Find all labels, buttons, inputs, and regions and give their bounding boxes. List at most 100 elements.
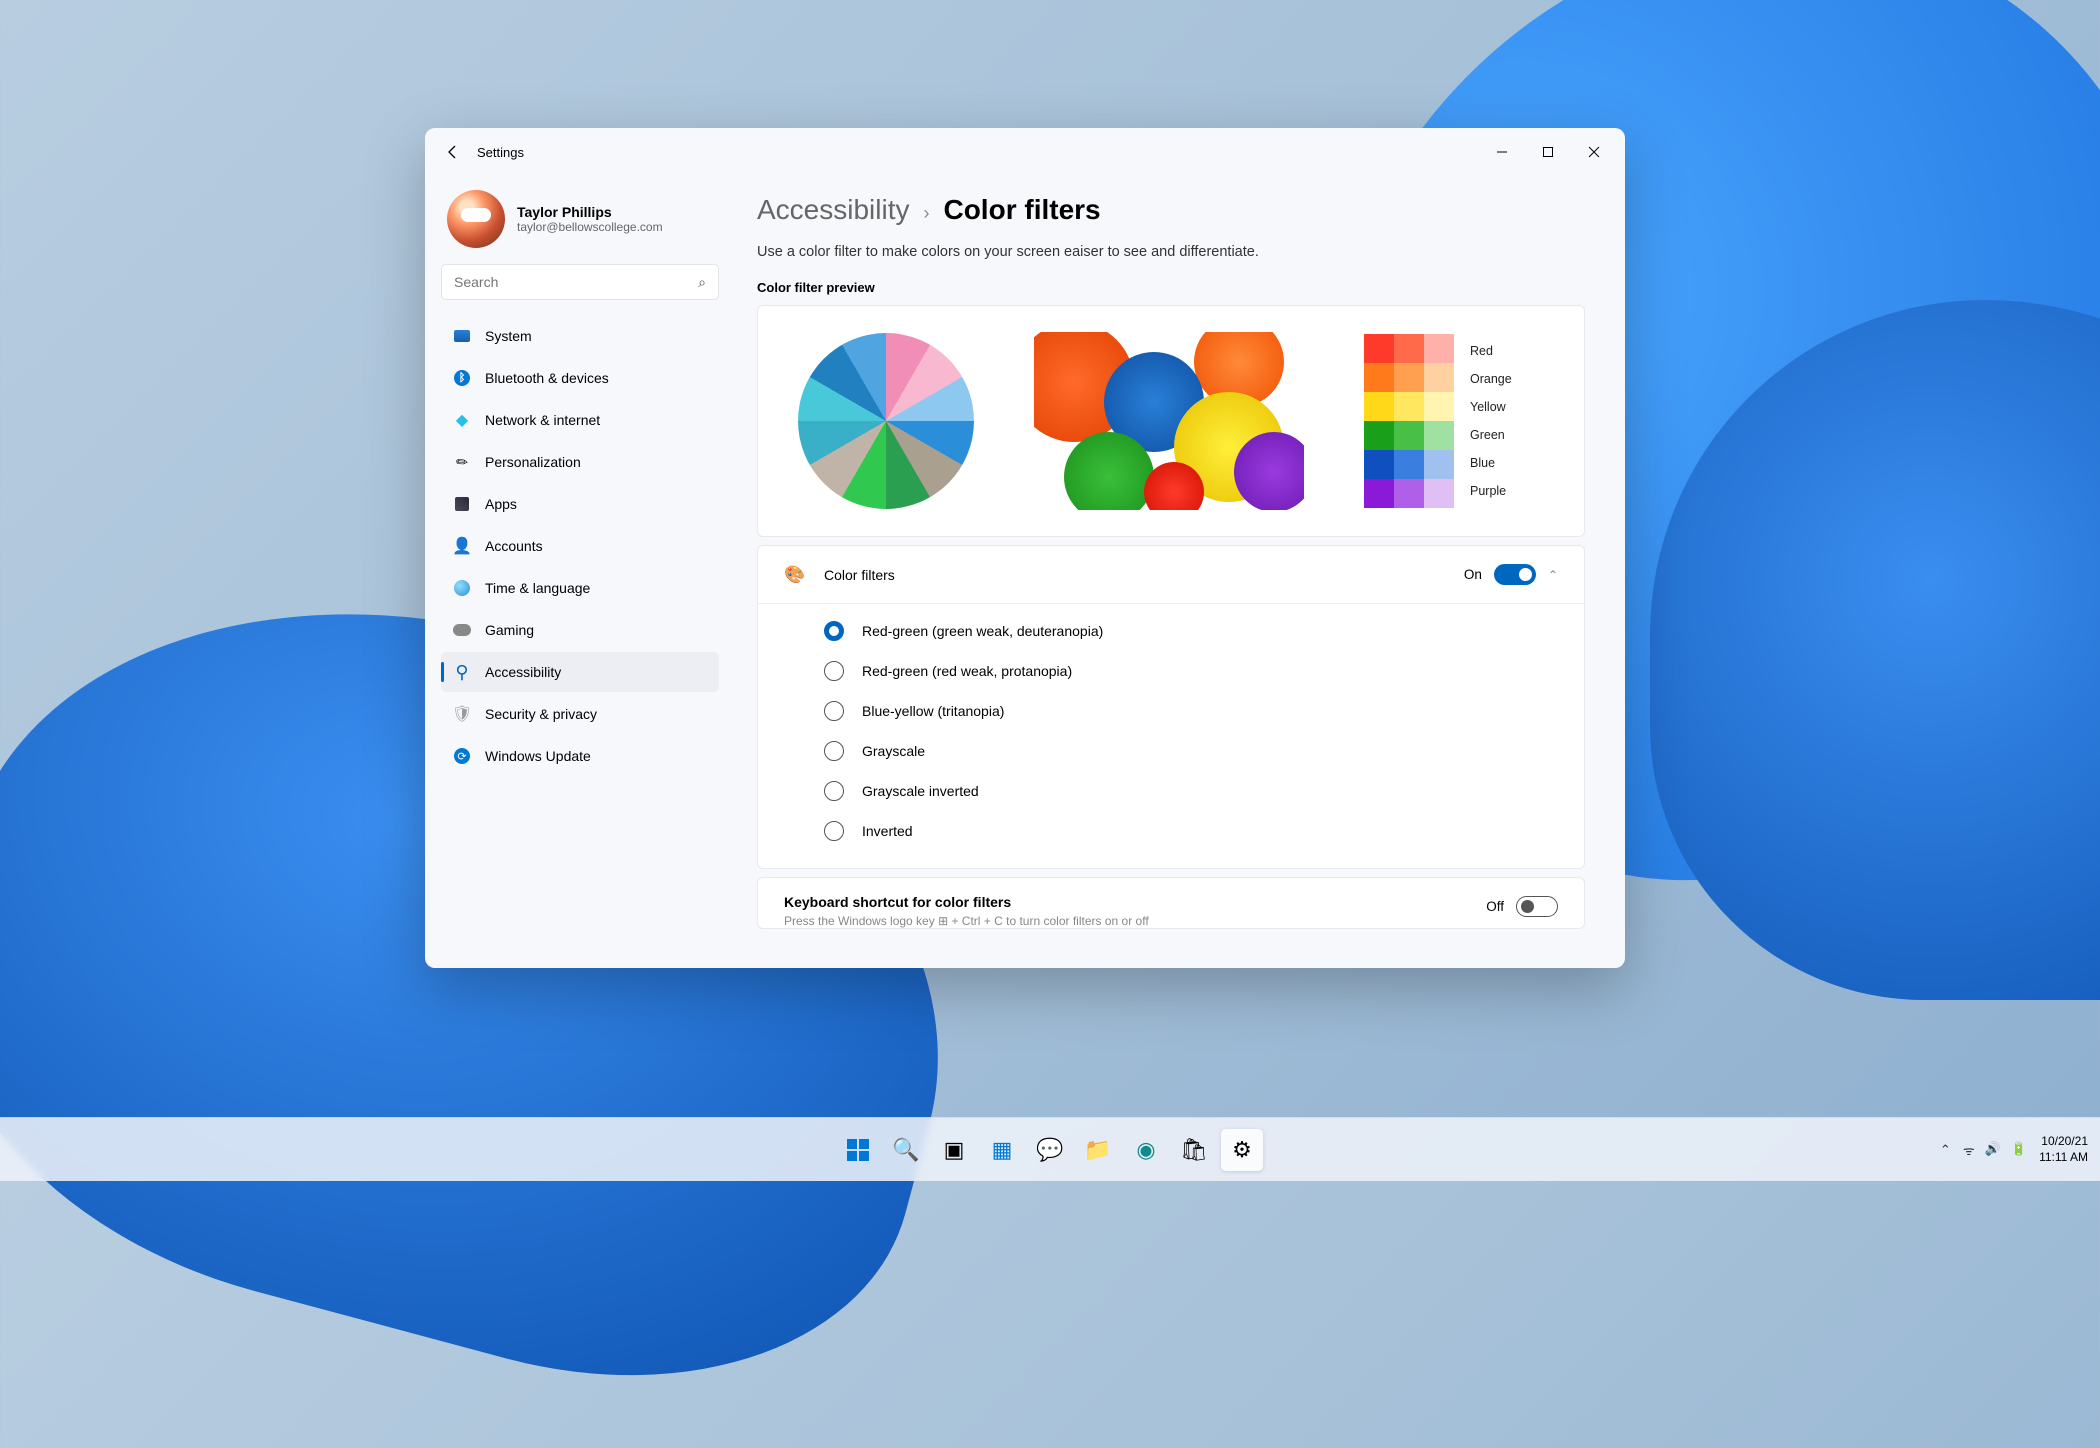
file-explorer-button[interactable]: 📁 [1077,1129,1119,1171]
search-input[interactable] [454,274,698,290]
swatch-cell [1364,392,1394,421]
swatch-cell [1424,392,1454,421]
shield-icon: 🛡 [453,705,471,723]
user-account-row[interactable]: Taylor Phillips taylor@bellowscollege.co… [441,184,719,264]
swatch-cell [1364,479,1394,508]
filter-option[interactable]: Red-green (green weak, deuteranopia) [824,614,1558,648]
task-view-button[interactable]: ▣ [933,1129,975,1171]
chat-button[interactable]: 💬 [1029,1129,1071,1171]
taskbar-date: 10/20/21 [2039,1134,2088,1150]
radio-button[interactable] [824,661,844,681]
filter-option-label: Grayscale inverted [862,783,979,799]
windows-update-icon: ⟳ [453,747,471,765]
edge-button[interactable]: ◉ [1125,1129,1167,1171]
filter-option-label: Red-green (green weak, deuteranopia) [862,623,1103,639]
gaming-icon [453,621,471,639]
system-tray[interactable]: ᯤ 🔊 🔋 [1963,1141,2027,1159]
sidebar-item-time[interactable]: Time & language [441,568,719,608]
color-filters-row[interactable]: 🎨 Color filters On ⌃ [758,546,1584,603]
sidebar-item-accessibility[interactable]: ⚲ Accessibility [441,652,719,692]
filter-option[interactable]: Blue-yellow (tritanopia) [824,694,1558,728]
sidebar-item-bluetooth[interactable]: ᛒBluetooth & devices [441,358,719,398]
filter-option-label: Grayscale [862,743,925,759]
swatch-cell [1424,363,1454,392]
swatch-label: Green [1470,428,1512,442]
swatch-label: Red [1470,344,1512,358]
back-button[interactable] [433,132,473,172]
swatch-cell [1364,421,1394,450]
swatch-labels: RedOrangeYellowGreenBluePurple [1470,344,1512,498]
swatch-cell [1364,334,1394,363]
breadcrumb: Accessibility › Color filters [757,194,1585,226]
sidebar-item-apps[interactable]: Apps [441,484,719,524]
tray-chevron-icon[interactable]: ⌃ [1940,1142,1951,1158]
radio-button[interactable] [824,701,844,721]
sidebar-item-gaming[interactable]: Gaming [441,610,719,650]
color-filters-title: Color filters [824,567,1444,583]
color-filters-state-label: On [1464,567,1482,582]
filter-option-label: Inverted [862,823,913,839]
nav-label: Security & privacy [485,706,597,722]
avatar [447,190,505,248]
taskbar-clock[interactable]: 10/20/21 11:11 AM [2039,1134,2088,1165]
swatch-cell [1394,392,1424,421]
nav-label: Personalization [485,454,581,470]
swatch-cell [1364,363,1394,392]
shortcut-title: Keyboard shortcut for color filters [784,888,1149,910]
color-filter-preview-card: RedOrangeYellowGreenBluePurple [757,305,1585,537]
user-name: Taylor Phillips [517,204,663,220]
color-filters-toggle[interactable] [1494,564,1536,585]
nav-label: Accessibility [485,664,561,680]
store-button[interactable]: 🛍 [1173,1129,1215,1171]
accessibility-icon: ⚲ [453,663,471,681]
maximize-button[interactable] [1525,133,1571,171]
filter-option[interactable]: Red-green (red weak, protanopia) [824,654,1558,688]
sidebar-item-accounts[interactable]: 👤Accounts [441,526,719,566]
radio-button[interactable] [824,741,844,761]
sidebar: Taylor Phillips taylor@bellowscollege.co… [425,176,735,968]
filter-option-label: Blue-yellow (tritanopia) [862,703,1004,719]
nav-label: Time & language [485,580,590,596]
widgets-button[interactable]: ▦ [981,1129,1023,1171]
chevron-up-icon[interactable]: ⌃ [1548,568,1558,582]
nav-list: System ᛒBluetooth & devices ◆Network & i… [441,316,719,776]
taskbar-center: 🔍 ▣ ▦ 💬 📁 ◉ 🛍 ⚙ [837,1129,1263,1171]
taskbar-search-button[interactable]: 🔍 [885,1129,927,1171]
swatch-label: Yellow [1470,400,1512,414]
page-title: Color filters [943,194,1100,226]
sidebar-item-personalization[interactable]: ✎ Personalization [441,442,719,482]
sidebar-item-network[interactable]: ◆Network & internet [441,400,719,440]
titlebar: Settings [425,128,1625,176]
sidebar-item-windows-update[interactable]: ⟳ Windows Update [441,736,719,776]
sidebar-item-system[interactable]: System [441,316,719,356]
swatch-cell [1424,334,1454,363]
radio-button[interactable] [824,621,844,641]
swatch-label: Purple [1470,484,1512,498]
filter-option[interactable]: Grayscale [824,734,1558,768]
volume-icon: 🔊 [1985,1141,2001,1159]
settings-taskbar-button[interactable]: ⚙ [1221,1129,1263,1171]
personalization-icon: ✎ [449,449,474,474]
shortcut-toggle[interactable] [1516,896,1558,917]
nav-label: Bluetooth & devices [485,370,609,386]
search-box[interactable]: ⌕ [441,264,719,300]
sidebar-item-security[interactable]: 🛡 Security & privacy [441,694,719,734]
filter-option[interactable]: Grayscale inverted [824,774,1558,808]
swatch-cell [1394,450,1424,479]
breadcrumb-parent[interactable]: Accessibility [757,194,909,226]
start-button[interactable] [837,1129,879,1171]
swatch-cell [1424,479,1454,508]
radio-button[interactable] [824,821,844,841]
chevron-right-icon: › [923,203,929,224]
radio-button[interactable] [824,781,844,801]
filter-option-label: Red-green (red weak, protanopia) [862,663,1072,679]
page-description: Use a color filter to make colors on you… [757,244,1585,260]
nav-label: Network & internet [485,412,600,428]
filter-option[interactable]: Inverted [824,814,1558,848]
keyboard-shortcut-card: Keyboard shortcut for color filters Pres… [757,877,1585,929]
close-button[interactable] [1571,133,1617,171]
minimize-button[interactable] [1479,133,1525,171]
filter-options-list: Red-green (green weak, deuteranopia) Red-… [758,603,1584,868]
nav-label: Windows Update [485,748,591,764]
swatch-cell [1394,363,1424,392]
